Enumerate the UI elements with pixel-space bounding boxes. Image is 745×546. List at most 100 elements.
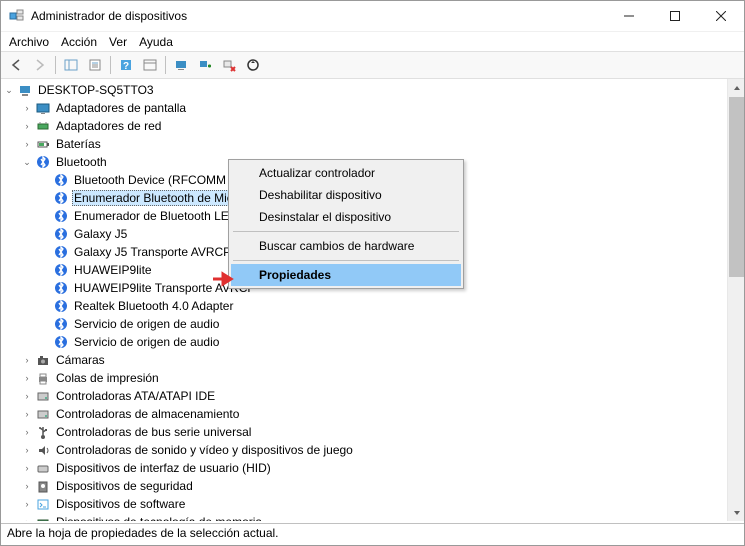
- scroll-up-arrow[interactable]: [728, 79, 744, 96]
- tree-node-label: Dispositivos de tecnología de memoria: [54, 515, 264, 521]
- context-menu-item[interactable]: Propiedades: [231, 264, 461, 286]
- forward-button[interactable]: [29, 54, 51, 76]
- context-menu-item-label: Buscar cambios de hardware: [259, 239, 414, 253]
- status-text: Abre la hoja de propiedades de la selecc…: [7, 526, 279, 540]
- expander-icon[interactable]: ›: [21, 139, 33, 149]
- expander-icon[interactable]: ›: [21, 517, 33, 521]
- tree-node-label: Dispositivos de software: [54, 497, 187, 511]
- bluetooth-icon: [53, 298, 69, 314]
- tree-node-label: Colas de impresión: [54, 371, 161, 385]
- menu-help[interactable]: Ayuda: [139, 32, 173, 51]
- uninstall-device-icon[interactable]: [218, 54, 240, 76]
- tree-category[interactable]: › Adaptadores de red: [1, 117, 726, 135]
- bluetooth-icon: [53, 190, 69, 206]
- window-title: Administrador de dispositivos: [31, 9, 606, 23]
- add-legacy-hardware-icon[interactable]: [194, 54, 216, 76]
- tree-category[interactable]: ›Dispositivos de seguridad: [1, 477, 726, 495]
- tree-category[interactable]: ›Controladoras ATA/ATAPI IDE: [1, 387, 726, 405]
- tree-node-label: Servicio de origen de audio: [72, 317, 221, 331]
- battery-icon: [35, 136, 51, 152]
- tree-category[interactable]: › Dispositivos de tecnología de memoria: [1, 513, 726, 521]
- tree-device[interactable]: Realtek Bluetooth 4.0 Adapter: [1, 297, 726, 315]
- bluetooth-icon: [53, 280, 69, 296]
- tree-node-label: Cámaras: [54, 353, 107, 367]
- expander-icon[interactable]: ›: [21, 499, 33, 509]
- expander-icon[interactable]: ›: [21, 103, 33, 113]
- context-menu-item[interactable]: Desinstalar el dispositivo: [231, 206, 461, 228]
- tree-node-label: HUAWEIP9lite: [72, 263, 154, 277]
- tree-category[interactable]: › Baterías: [1, 135, 726, 153]
- expander-icon[interactable]: ›: [21, 481, 33, 491]
- context-menu-item[interactable]: Buscar cambios de hardware: [231, 235, 461, 257]
- separator: [110, 56, 111, 74]
- bluetooth-icon: [53, 226, 69, 242]
- context-menu-item[interactable]: Deshabilitar dispositivo: [231, 184, 461, 206]
- printer-icon: [35, 370, 51, 386]
- expander-icon[interactable]: ›: [21, 373, 33, 383]
- tree-root[interactable]: ⌄ DESKTOP-SQ5TTO3: [1, 81, 726, 99]
- bluetooth-icon: [53, 172, 69, 188]
- computer-icon: [17, 82, 33, 98]
- tree-category[interactable]: › Controladoras de almacenamiento: [1, 405, 726, 423]
- expander-icon[interactable]: ›: [21, 463, 33, 473]
- tree-category[interactable]: › Colas de impresión: [1, 369, 726, 387]
- separator: [55, 56, 56, 74]
- tree-category[interactable]: ›Controladoras de sonido y vídeo y dispo…: [1, 441, 726, 459]
- separator: [165, 56, 166, 74]
- tree-node-label: Baterías: [54, 137, 103, 151]
- tree-node-label: DESKTOP-SQ5TTO3: [36, 83, 156, 97]
- device-tree[interactable]: ⌄ DESKTOP-SQ5TTO3 ›Adaptadores de pantalla…: [1, 79, 726, 521]
- expander-icon[interactable]: ›: [21, 355, 33, 365]
- help-icon[interactable]: ?: [115, 54, 137, 76]
- storage-icon: [35, 388, 51, 404]
- expander-icon[interactable]: ›: [21, 121, 33, 131]
- tree-node-label: Galaxy J5: [72, 227, 129, 241]
- display-icon: [35, 100, 51, 116]
- context-menu-item-label: Actualizar controlador: [259, 166, 375, 180]
- maximize-button[interactable]: [652, 1, 698, 31]
- update-driver-icon[interactable]: [242, 54, 264, 76]
- tree-category[interactable]: › Dispositivos de interfaz de usuario (HI…: [1, 459, 726, 477]
- expander-icon[interactable]: ›: [21, 391, 33, 401]
- tree-node-label: Adaptadores de red: [54, 119, 163, 133]
- usb-icon: [35, 424, 51, 440]
- expander-icon[interactable]: ›: [21, 409, 33, 419]
- app-icon: [9, 8, 25, 24]
- tree-category[interactable]: ›Adaptadores de pantalla: [1, 99, 726, 117]
- tree-device[interactable]: Servicio de origen de audio: [1, 333, 726, 351]
- vertical-scrollbar[interactable]: [727, 79, 744, 521]
- context-menu-item-label: Deshabilitar dispositivo: [259, 188, 382, 202]
- tree-node-label: Dispositivos de interfaz de usuario (HID…: [54, 461, 273, 475]
- menu-action[interactable]: Acción: [61, 32, 97, 51]
- status-bar: Abre la hoja de propiedades de la selecc…: [1, 523, 744, 545]
- back-button[interactable]: [5, 54, 27, 76]
- security-icon: [35, 478, 51, 494]
- tree-device[interactable]: Servicio de origen de audio: [1, 315, 726, 333]
- tree-node-label: Galaxy J5 Transporte AVRCP: [72, 245, 233, 259]
- properties-icon[interactable]: [84, 54, 106, 76]
- action-icon[interactable]: [139, 54, 161, 76]
- tree-category[interactable]: › Controladoras de bus serie universal: [1, 423, 726, 441]
- expander-icon[interactable]: ⌄: [21, 157, 33, 168]
- menu-bar: Archivo Acción Ver Ayuda: [1, 31, 744, 51]
- tree-category[interactable]: › Dispositivos de software: [1, 495, 726, 513]
- scan-hardware-icon[interactable]: [170, 54, 192, 76]
- tree-node-label: Controladoras de almacenamiento: [54, 407, 241, 421]
- show-hide-console-tree-icon[interactable]: [60, 54, 82, 76]
- storage-icon: [35, 406, 51, 422]
- minimize-button[interactable]: [606, 1, 652, 31]
- menu-file[interactable]: Archivo: [9, 32, 49, 51]
- bluetooth-icon: [53, 334, 69, 350]
- expander-icon[interactable]: ⌄: [3, 85, 15, 96]
- camera-icon: [35, 352, 51, 368]
- close-button[interactable]: [698, 1, 744, 31]
- scroll-thumb[interactable]: [729, 97, 744, 277]
- menu-view[interactable]: Ver: [109, 32, 127, 51]
- expander-icon[interactable]: ›: [21, 427, 33, 437]
- scroll-down-arrow[interactable]: [728, 504, 744, 521]
- context-menu: Actualizar controlador Deshabilitar dispo…: [228, 159, 464, 289]
- context-menu-item[interactable]: Actualizar controlador: [231, 162, 461, 184]
- expander-icon[interactable]: ›: [21, 445, 33, 455]
- tree-category[interactable]: › Cámaras: [1, 351, 726, 369]
- tree-node-label: Controladoras de bus serie universal: [54, 425, 253, 439]
